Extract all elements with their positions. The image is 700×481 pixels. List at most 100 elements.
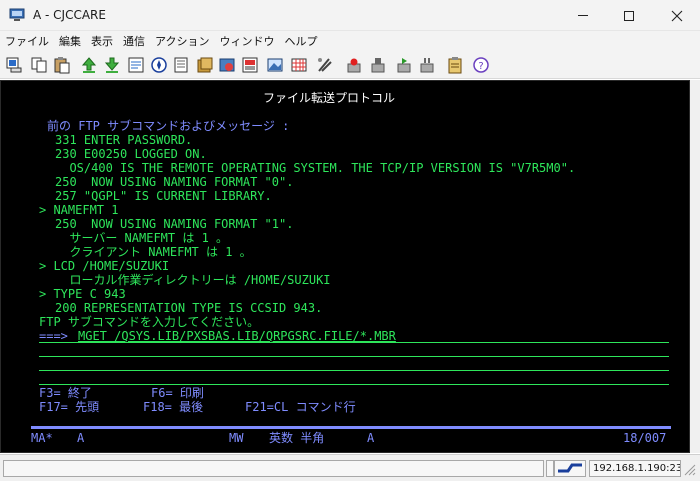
edit-tools-button[interactable] bbox=[316, 56, 334, 74]
menu-communication[interactable]: 通信 bbox=[123, 33, 145, 49]
host-address: 192.168.1.190:23 bbox=[589, 460, 681, 477]
resize-grip-icon[interactable] bbox=[683, 463, 697, 477]
message-line: クライアント NAMEFMT は 1 。 bbox=[55, 245, 252, 259]
oia-input-mode: 英数 半角 bbox=[269, 431, 325, 445]
menu-window[interactable]: ウィンドウ bbox=[219, 33, 274, 49]
input-prompt: FTP サブコマンドを入力してください。 bbox=[39, 315, 260, 329]
menu-file[interactable]: ファイル bbox=[5, 33, 49, 49]
status-indicator-field bbox=[546, 460, 554, 477]
print-screen-icon bbox=[242, 57, 258, 73]
message-line: > TYPE C 943 bbox=[39, 287, 126, 301]
edit-tools-icon bbox=[318, 58, 332, 72]
navigator-button[interactable] bbox=[150, 56, 168, 74]
message-line: 230 E00250 LOGGED ON. bbox=[55, 147, 207, 161]
connection-icon bbox=[558, 463, 582, 473]
screen-title: ファイル転送プロトコル bbox=[263, 91, 396, 105]
function-key-f18[interactable]: F18= 最後 bbox=[143, 400, 203, 414]
record-button[interactable] bbox=[345, 56, 363, 74]
pause-button[interactable] bbox=[418, 56, 436, 74]
function-key-f3[interactable]: F3= 終了 bbox=[39, 386, 92, 400]
status-divider bbox=[31, 426, 671, 429]
session-config-button[interactable] bbox=[218, 56, 236, 74]
oia-cursor-position: 18/007 bbox=[623, 431, 667, 445]
message-line: ローカル作業ディレクトリーは /HOME/SUZUKI bbox=[55, 273, 331, 287]
function-key-f6[interactable]: F6= 印刷 bbox=[151, 386, 204, 400]
send-file-icon bbox=[81, 57, 97, 73]
window-title: A - CJCCARE bbox=[33, 8, 106, 22]
clipboard-icon bbox=[448, 57, 462, 74]
oia-mw: MW bbox=[229, 431, 244, 445]
record-icon bbox=[347, 58, 361, 73]
minimize-button[interactable] bbox=[560, 0, 606, 31]
macro-icon bbox=[197, 57, 213, 73]
navigator-icon bbox=[151, 57, 167, 73]
input-field-line[interactable] bbox=[39, 342, 669, 343]
image-icon bbox=[267, 58, 283, 72]
copy-icon bbox=[31, 57, 47, 73]
messages-heading: 前の FTP サブコマンドおよびメッセージ : bbox=[47, 119, 290, 133]
command-input[interactable]: MGET /QSYS.LIB/PXSBAS.LIB/QRPGSRC.FILE/*… bbox=[78, 329, 396, 343]
oia-session2: A bbox=[367, 431, 375, 445]
clipboard-button[interactable] bbox=[446, 56, 464, 74]
message-line: 331 ENTER PASSWORD. bbox=[55, 133, 193, 147]
receive-file-icon bbox=[104, 57, 120, 73]
oia-mode: MA* bbox=[31, 431, 53, 445]
play-icon bbox=[397, 58, 411, 73]
send-file-button[interactable] bbox=[80, 56, 98, 74]
copy-screen-button[interactable] bbox=[5, 56, 23, 74]
input-field-line[interactable] bbox=[39, 356, 669, 357]
properties-icon bbox=[128, 57, 144, 73]
connection-status bbox=[554, 460, 586, 477]
terminal-screen[interactable]: ファイル転送プロトコル 前の FTP サブコマンドおよびメッセージ : 331 … bbox=[0, 80, 690, 453]
image-button[interactable] bbox=[266, 56, 284, 74]
receive-file-button[interactable] bbox=[103, 56, 121, 74]
message-line: 257 "QGPL" IS CURRENT LIBRARY. bbox=[55, 189, 272, 203]
message-line: 250 NOW USING NAMING FORMAT "1". bbox=[55, 217, 294, 231]
macro-button[interactable] bbox=[196, 56, 214, 74]
paste-button[interactable] bbox=[53, 56, 71, 74]
maximize-icon bbox=[624, 10, 634, 21]
menu-view[interactable]: 表示 bbox=[91, 33, 113, 49]
menu-bar: ファイル 編集 表示 通信 アクション ウィンドウ ヘルプ bbox=[0, 31, 700, 51]
properties-button[interactable] bbox=[127, 56, 145, 74]
function-key-f17[interactable]: F17= 先頭 bbox=[39, 400, 99, 414]
print-screen-button[interactable] bbox=[241, 56, 259, 74]
keypad-button[interactable] bbox=[290, 56, 308, 74]
oia-session: A bbox=[77, 431, 85, 445]
vertical-scrollbar[interactable] bbox=[690, 80, 700, 453]
session-config-icon bbox=[219, 58, 235, 72]
svg-text:?: ? bbox=[478, 61, 483, 72]
status-message-field bbox=[3, 460, 544, 477]
message-line: > LCD /HOME/SUZUKI bbox=[39, 259, 170, 273]
notes-icon bbox=[174, 57, 188, 73]
command-arrow: ===> bbox=[39, 329, 68, 343]
message-line: > NAMEFMT 1 bbox=[39, 203, 119, 217]
title-bar: A - CJCCARE bbox=[0, 0, 700, 31]
message-line: サーバー NAMEFMT は 1 。 bbox=[55, 231, 229, 245]
paste-icon bbox=[54, 57, 70, 74]
copy-button[interactable] bbox=[30, 56, 48, 74]
input-field-line[interactable] bbox=[39, 370, 669, 371]
input-field-line[interactable] bbox=[39, 384, 669, 385]
stop-button[interactable] bbox=[369, 56, 387, 74]
menu-actions[interactable]: アクション bbox=[155, 33, 209, 49]
status-bar: 192.168.1.190:23 bbox=[0, 454, 700, 481]
menu-help[interactable]: ヘルプ bbox=[284, 33, 317, 49]
message-line: OS/400 IS THE REMOTE OPERATING SYSTEM. T… bbox=[55, 161, 576, 175]
message-line: 200 REPRESENTATION TYPE IS CCSID 943. bbox=[55, 301, 323, 315]
close-button[interactable] bbox=[654, 0, 700, 31]
message-line: 250 NOW USING NAMING FORMAT "0". bbox=[55, 175, 294, 189]
help-button[interactable]: ? bbox=[472, 56, 490, 74]
notes-button[interactable] bbox=[172, 56, 190, 74]
stop-icon bbox=[371, 58, 385, 73]
play-button[interactable] bbox=[395, 56, 413, 74]
close-icon bbox=[671, 10, 683, 21]
menu-edit[interactable]: 編集 bbox=[59, 33, 81, 49]
function-key-f21[interactable]: F21=CL コマンド行 bbox=[245, 400, 356, 414]
terminal-app-icon bbox=[9, 8, 25, 21]
pause-icon bbox=[420, 58, 434, 73]
maximize-button[interactable] bbox=[606, 0, 652, 31]
toolbar: ? bbox=[0, 51, 700, 79]
keypad-icon bbox=[291, 58, 307, 72]
copy-screen-icon bbox=[6, 57, 22, 73]
